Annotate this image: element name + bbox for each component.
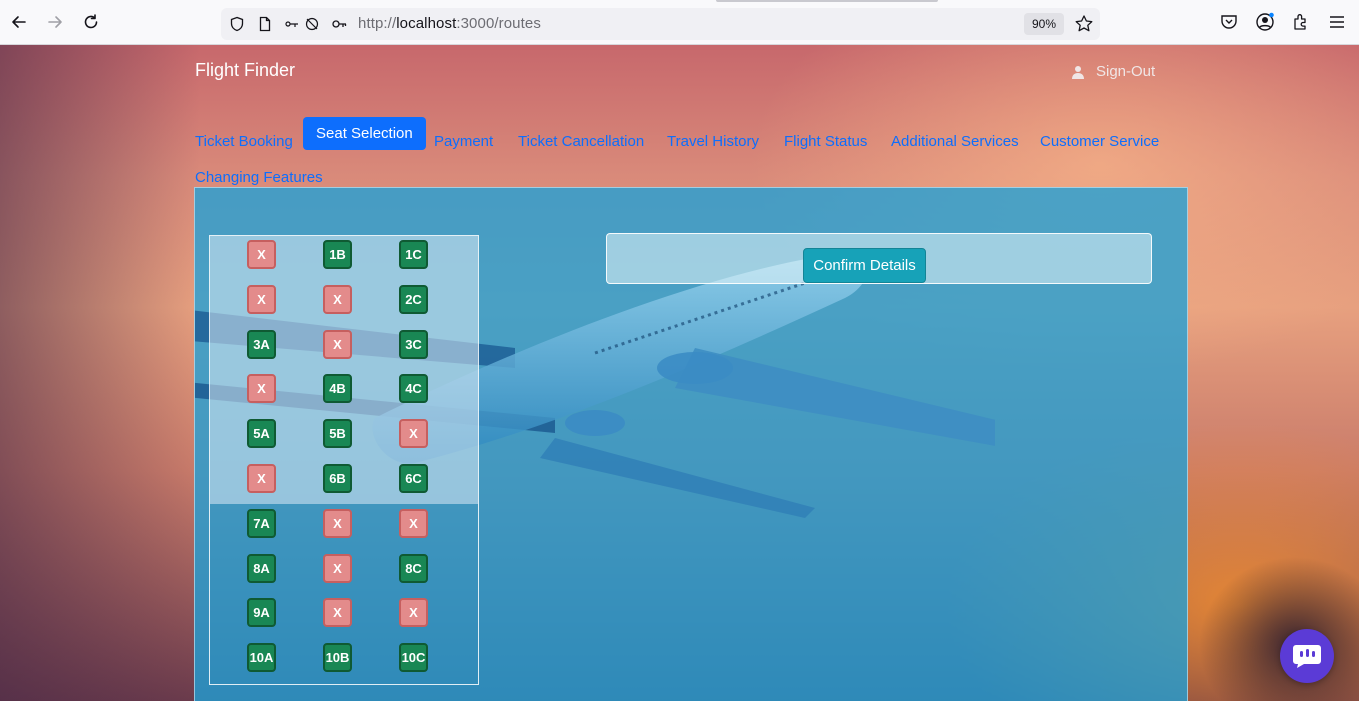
seat-available[interactable]: 7A bbox=[247, 508, 276, 538]
extensions-icon[interactable] bbox=[1291, 12, 1311, 32]
seat-available[interactable]: 10A bbox=[247, 643, 276, 673]
url-text[interactable]: http://localhost:3000/routes bbox=[358, 15, 541, 32]
background-shade bbox=[0, 45, 200, 701]
menu-icon[interactable] bbox=[1327, 12, 1347, 32]
seat-booked: X bbox=[399, 598, 428, 628]
page-background: Flight Finder Sign-Out Ticket Booking Se… bbox=[0, 45, 1359, 701]
confirm-details-button[interactable]: Confirm Details bbox=[803, 248, 926, 283]
seat-booked: X bbox=[323, 508, 352, 538]
shield-icon[interactable] bbox=[229, 16, 245, 32]
confirm-box: Confirm Details bbox=[606, 233, 1152, 284]
back-icon[interactable] bbox=[8, 11, 30, 33]
tab-flight-status[interactable]: Flight Status bbox=[784, 125, 867, 158]
seat-available[interactable]: 8A bbox=[247, 553, 276, 583]
seat-booked: X bbox=[323, 598, 352, 628]
user-icon bbox=[1072, 65, 1084, 79]
seat-booked: X bbox=[399, 508, 428, 538]
tab-additional-services[interactable]: Additional Services bbox=[891, 125, 1019, 158]
seat-available[interactable]: 5B bbox=[323, 419, 352, 449]
seat-available[interactable]: 3C bbox=[399, 329, 428, 359]
reload-icon[interactable] bbox=[80, 11, 102, 33]
chat-icon bbox=[1293, 645, 1321, 668]
bookmark-star-icon[interactable] bbox=[1074, 14, 1094, 34]
seat-available[interactable]: 10B bbox=[323, 643, 352, 673]
seat-available[interactable]: 5A bbox=[247, 419, 276, 449]
seat-booked: X bbox=[323, 284, 352, 314]
chat-widget-button[interactable] bbox=[1280, 629, 1334, 683]
tab-ticket-booking[interactable]: Ticket Booking bbox=[195, 125, 293, 158]
seat-available[interactable]: 4B bbox=[323, 374, 352, 404]
seat-booked: X bbox=[247, 464, 276, 493]
page-icon[interactable] bbox=[257, 16, 273, 32]
seat-booked: X bbox=[247, 374, 276, 404]
browser-toolbar: http://localhost:3000/routes 90% bbox=[0, 0, 1359, 45]
seat-booked: X bbox=[247, 284, 276, 314]
seat-available[interactable]: 1B bbox=[323, 240, 352, 269]
seat-booked: X bbox=[399, 419, 428, 449]
background-clouds bbox=[1185, 505, 1359, 701]
zoom-level[interactable]: 90% bbox=[1024, 13, 1064, 35]
tracking-off-icon[interactable] bbox=[304, 16, 320, 32]
seat-available[interactable]: 3A bbox=[247, 329, 276, 359]
account-icon[interactable] bbox=[1255, 12, 1275, 32]
seat-available[interactable]: 2C bbox=[399, 284, 428, 314]
url-bar[interactable]: http://localhost:3000/routes 90% bbox=[221, 8, 1100, 40]
tab-payment[interactable]: Payment bbox=[434, 125, 493, 158]
seat-map: X 1B 1C X X 2C 3A X 3C X 4B 4C 5A 5B X X 6B 6C 7A X X 8A X 8C 9A… bbox=[209, 235, 479, 685]
seat-available[interactable]: 9A bbox=[247, 598, 276, 628]
seat-available[interactable]: 4C bbox=[399, 374, 428, 404]
seat-available[interactable]: 1C bbox=[399, 240, 428, 269]
pocket-icon[interactable] bbox=[1219, 12, 1239, 32]
forward-icon[interactable] bbox=[44, 11, 66, 33]
seat-booked: X bbox=[323, 553, 352, 583]
tab-customer-service[interactable]: Customer Service bbox=[1040, 125, 1159, 158]
tab-ticket-cancellation[interactable]: Ticket Cancellation bbox=[518, 125, 644, 158]
tab-strip-indicator bbox=[716, 0, 938, 2]
seat-booked: X bbox=[323, 329, 352, 359]
brand-title[interactable]: Flight Finder bbox=[195, 60, 295, 81]
seat-booked: X bbox=[247, 240, 276, 269]
signout-link[interactable]: Sign-Out bbox=[1072, 63, 1155, 80]
seat-selection-panel: X 1B 1C X X 2C 3A X 3C X 4B 4C 5A 5B X X 6B 6C 7A X X 8A X 8C 9A… bbox=[194, 187, 1188, 701]
tab-seat-selection[interactable]: Seat Selection bbox=[303, 117, 426, 150]
signout-label: Sign-Out bbox=[1096, 63, 1156, 80]
key-icon[interactable] bbox=[331, 16, 347, 32]
tab-travel-history[interactable]: Travel History bbox=[667, 125, 759, 158]
permissions-icon[interactable] bbox=[284, 16, 300, 32]
seat-available[interactable]: 6B bbox=[323, 464, 352, 493]
seat-available[interactable]: 10C bbox=[399, 643, 428, 673]
seat-available[interactable]: 6C bbox=[399, 464, 428, 493]
seat-available[interactable]: 8C bbox=[399, 553, 428, 583]
